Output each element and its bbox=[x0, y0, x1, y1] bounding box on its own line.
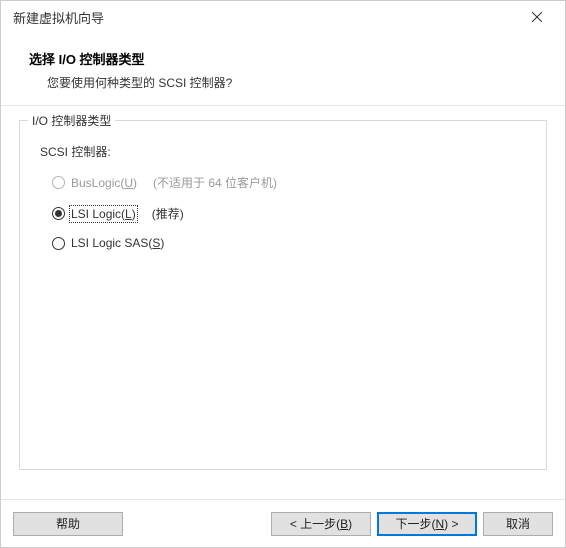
footer-bar: 帮助 < 上一步(B) 下一步(N) > 取消 bbox=[1, 499, 565, 547]
back-button[interactable]: < 上一步(B) bbox=[271, 512, 371, 536]
help-button[interactable]: 帮助 bbox=[13, 512, 123, 536]
radio-label-buslogic: BusLogic(U) bbox=[71, 176, 137, 190]
close-icon bbox=[532, 12, 542, 22]
titlebar: 新建虚拟机向导 bbox=[1, 1, 565, 33]
controller-type-group: I/O 控制器类型 SCSI 控制器: BusLogic(U) (不适用于 64… bbox=[19, 120, 547, 470]
radio-icon bbox=[52, 237, 65, 250]
window-title: 新建虚拟机向导 bbox=[13, 8, 517, 27]
group-legend: I/O 控制器类型 bbox=[28, 112, 115, 129]
radio-label-lsi-logic-sas: LSI Logic SAS(S) bbox=[71, 236, 164, 250]
radio-row-lsi-logic-sas[interactable]: LSI Logic SAS(S) bbox=[40, 236, 526, 250]
radio-row-lsi-logic[interactable]: LSI Logic(L) (推荐) bbox=[40, 205, 526, 222]
close-button[interactable] bbox=[517, 3, 557, 31]
radio-icon bbox=[52, 207, 65, 220]
content-area: I/O 控制器类型 SCSI 控制器: BusLogic(U) (不适用于 64… bbox=[1, 106, 565, 499]
radio-note-buslogic: (不适用于 64 位客户机) bbox=[153, 174, 277, 191]
next-button[interactable]: 下一步(N) > bbox=[377, 512, 477, 536]
scsi-controller-label: SCSI 控制器: bbox=[40, 143, 526, 160]
radio-label-lsi-logic: LSI Logic(L) bbox=[71, 207, 136, 221]
page-subheading: 您要使用何种类型的 SCSI 控制器? bbox=[47, 74, 553, 91]
page-heading: 选择 I/O 控制器类型 bbox=[29, 49, 553, 68]
radio-note-lsi-logic: (推荐) bbox=[152, 205, 184, 222]
page-header: 选择 I/O 控制器类型 您要使用何种类型的 SCSI 控制器? bbox=[1, 33, 565, 105]
radio-row-buslogic[interactable]: BusLogic(U) (不适用于 64 位客户机) bbox=[40, 174, 526, 191]
radio-icon bbox=[52, 176, 65, 189]
wizard-window: 新建虚拟机向导 选择 I/O 控制器类型 您要使用何种类型的 SCSI 控制器?… bbox=[0, 0, 566, 548]
cancel-button[interactable]: 取消 bbox=[483, 512, 553, 536]
